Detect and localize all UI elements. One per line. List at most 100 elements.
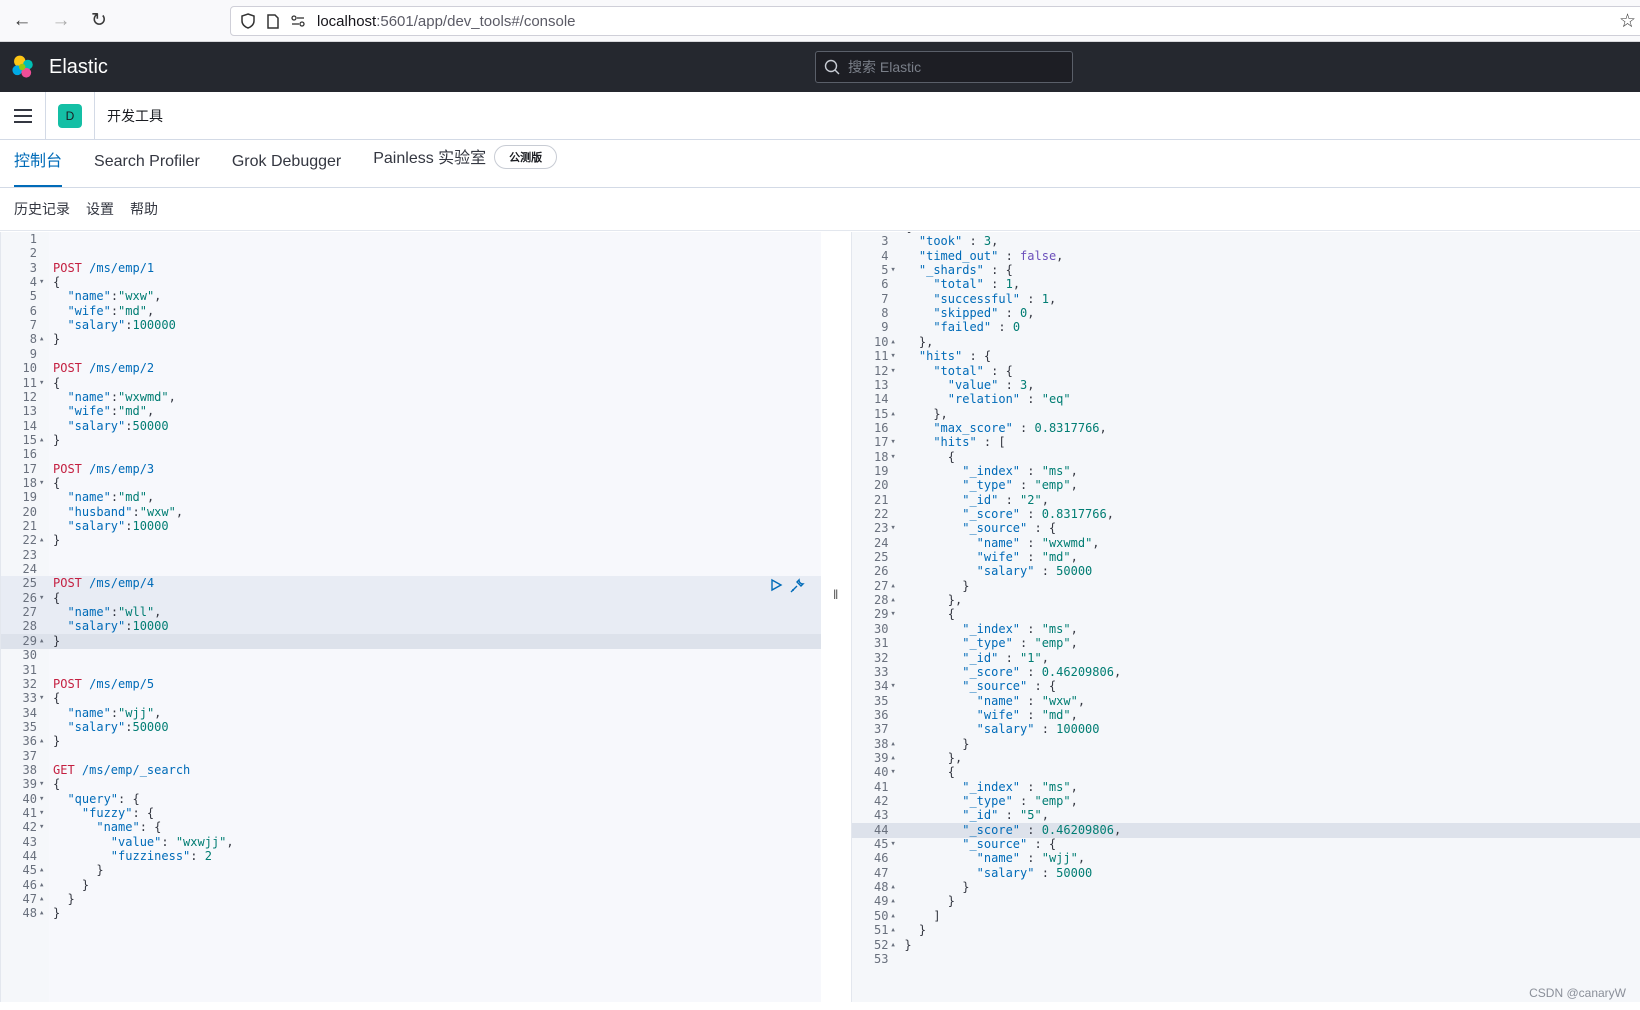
code-line[interactable]: 14 "relation" : "eq" bbox=[852, 392, 1640, 407]
code-line[interactable]: 47 ▴ } bbox=[1, 892, 821, 907]
code-line[interactable]: 32 "_id" : "1", bbox=[852, 651, 1640, 666]
settings-link[interactable]: 设置 bbox=[86, 199, 114, 219]
code-line[interactable]: 29 ▾ { bbox=[852, 607, 1640, 622]
code-line[interactable]: 37 "salary" : 100000 bbox=[852, 722, 1640, 737]
resize-handle-icon[interactable]: ‖ bbox=[833, 587, 838, 602]
fold-toggle-icon[interactable]: ▾ bbox=[39, 275, 49, 290]
fold-toggle-icon[interactable]: ▴ bbox=[890, 737, 900, 752]
fold-toggle-icon[interactable]: ▴ bbox=[890, 407, 900, 422]
code-line[interactable]: 53 bbox=[852, 952, 1640, 967]
code-line[interactable]: 33 ▾ { bbox=[1, 691, 821, 706]
response-editor[interactable]: 2{3 "took" : 3,4 "timed_out" : false,5▾ … bbox=[851, 232, 1640, 1002]
fold-toggle-icon[interactable]: ▾ bbox=[890, 435, 900, 450]
code-line[interactable]: 28 "salary":10000 bbox=[1, 619, 822, 635]
code-line[interactable]: 20 "husband":"wxw", bbox=[1, 505, 821, 520]
fold-toggle-icon[interactable]: ▾ bbox=[39, 806, 49, 821]
code-line[interactable]: 15 ▴} bbox=[1, 433, 821, 448]
wrench-icon[interactable] bbox=[789, 578, 806, 594]
code-line[interactable]: 28 ▴ }, bbox=[852, 593, 1640, 608]
code-line[interactable]: 48 ▴} bbox=[1, 906, 821, 921]
code-line[interactable]: 36 ▴} bbox=[1, 734, 821, 749]
fold-toggle-icon[interactable]: ▾ bbox=[39, 777, 49, 792]
fold-toggle-icon[interactable]: ▴ bbox=[39, 734, 49, 749]
hamburger-menu-icon[interactable] bbox=[0, 91, 46, 140]
code-line[interactable]: 44 "_score" : 0.46209806, bbox=[852, 822, 1640, 838]
code-line[interactable]: 11 ▾ "hits" : { bbox=[852, 349, 1640, 364]
code-line[interactable]: 45 ▾ "_source" : { bbox=[852, 837, 1640, 852]
code-line[interactable]: 18 ▾ { bbox=[1, 476, 821, 491]
code-line[interactable]: 24 "name" : "wxwmd", bbox=[852, 536, 1640, 551]
fold-toggle-icon[interactable]: ▴ bbox=[890, 751, 900, 766]
code-line[interactable]: 21 "_id" : "2", bbox=[852, 493, 1640, 508]
fold-toggle-icon[interactable]: ▾ bbox=[890, 263, 900, 278]
code-line[interactable]: 5 "name":"wxw", bbox=[1, 289, 821, 304]
fold-toggle-icon[interactable]: ▴ bbox=[890, 880, 900, 895]
fold-toggle-icon[interactable]: ▾ bbox=[890, 364, 900, 379]
code-line[interactable]: 40 ▾ { bbox=[852, 765, 1640, 780]
fold-toggle-icon[interactable]: ▴ bbox=[39, 332, 49, 347]
code-line[interactable]: 39 ▾ { bbox=[1, 777, 821, 792]
fold-toggle-icon[interactable]: ▾ bbox=[39, 792, 49, 807]
fold-toggle-icon[interactable]: ▴ bbox=[890, 894, 900, 909]
request-editor[interactable]: 1 2 3 POST /ms/emp/1 4 ▾{5 "name":"wxw", 6 "wi… bbox=[0, 232, 822, 1002]
play-icon[interactable] bbox=[769, 578, 783, 592]
brand-name[interactable]: Elastic bbox=[49, 56, 108, 79]
code-line[interactable]: 10 POST /ms/emp/2 bbox=[1, 361, 821, 376]
code-line[interactable]: 9 bbox=[1, 347, 821, 362]
code-line[interactable]: 22 ▴} bbox=[1, 533, 821, 548]
fold-toggle-icon[interactable]: ▴ bbox=[39, 533, 49, 548]
code-line[interactable]: 1 bbox=[1, 232, 821, 247]
fold-toggle-icon[interactable]: ▾ bbox=[890, 679, 900, 694]
code-line[interactable]: 23 ▾ "_source" : { bbox=[852, 521, 1640, 536]
code-line[interactable]: 3 "took" : 3, bbox=[852, 234, 1640, 249]
tab-console[interactable]: 控制台 bbox=[14, 147, 63, 187]
code-line[interactable]: 8 ▴} bbox=[1, 332, 821, 347]
tab-grok-debugger[interactable]: Grok Debugger bbox=[232, 153, 341, 187]
help-link[interactable]: 帮助 bbox=[130, 199, 158, 219]
code-line[interactable]: 22 "_score" : 0.8317766, bbox=[852, 507, 1640, 522]
code-line[interactable]: 36 "wife" : "md", bbox=[852, 708, 1640, 723]
tab-painless-lab[interactable]: Painless 实验室 公测版 bbox=[373, 144, 558, 187]
code-line[interactable]: 9 "failed" : 0 bbox=[852, 320, 1640, 335]
code-line[interactable]: 40 ▾ "query": { bbox=[1, 792, 821, 807]
fold-toggle-icon[interactable]: ▴ bbox=[890, 579, 900, 594]
permissions-icon[interactable] bbox=[291, 15, 305, 27]
code-line[interactable]: 23 bbox=[1, 548, 821, 563]
code-line[interactable]: 49 ▴ } bbox=[852, 894, 1640, 909]
bookmark-star-icon[interactable]: ☆ bbox=[1619, 10, 1636, 33]
code-line[interactable]: 31 bbox=[1, 663, 821, 678]
code-line[interactable]: 41 ▾ "fuzzy": { bbox=[1, 806, 821, 821]
fold-toggle-icon[interactable]: ▾ bbox=[890, 837, 900, 852]
code-line[interactable]: 51 ▴ } bbox=[852, 923, 1640, 938]
code-line[interactable]: 4 "timed_out" : false, bbox=[852, 249, 1640, 264]
forward-arrow-icon[interactable]: → bbox=[50, 10, 72, 32]
code-line[interactable]: 12 "name":"wxwmd", bbox=[1, 390, 821, 405]
code-line[interactable]: 27 "name":"wll", bbox=[1, 605, 822, 621]
code-line[interactable]: 31 "_type" : "emp", bbox=[852, 636, 1640, 651]
code-line[interactable]: 37 bbox=[1, 749, 821, 764]
code-line[interactable]: 3 POST /ms/emp/1 bbox=[1, 261, 821, 276]
code-line[interactable]: 47 "salary" : 50000 bbox=[852, 866, 1640, 881]
search-input[interactable] bbox=[848, 59, 1048, 75]
code-line[interactable]: 16 bbox=[1, 447, 821, 462]
fold-toggle-icon[interactable]: ▴ bbox=[39, 863, 49, 878]
tab-search-profiler[interactable]: Search Profiler bbox=[94, 153, 200, 187]
fold-toggle-icon[interactable]: ▾ bbox=[890, 765, 900, 780]
code-line[interactable]: 39 ▴ }, bbox=[852, 751, 1640, 766]
code-line[interactable]: 5 ▾ "_shards" : { bbox=[852, 263, 1640, 278]
code-line[interactable]: 15 ▴ }, bbox=[852, 407, 1640, 422]
code-line[interactable]: 43 "value": "wxwjj", bbox=[1, 835, 821, 850]
fold-toggle-icon[interactable]: ▴ bbox=[39, 878, 49, 893]
code-line[interactable]: 33 "_score" : 0.46209806, bbox=[852, 665, 1640, 680]
code-line[interactable]: 44 "fuzziness": 2 bbox=[1, 849, 821, 864]
fold-toggle-icon[interactable]: ▴ bbox=[890, 593, 900, 608]
code-line[interactable]: 41 "_index" : "ms", bbox=[852, 780, 1640, 795]
code-line[interactable]: 6 "wife":"md", bbox=[1, 304, 821, 319]
code-line[interactable]: 7 "successful" : 1, bbox=[852, 292, 1640, 307]
fold-toggle-icon[interactable]: ▴ bbox=[890, 335, 900, 350]
code-line[interactable]: 50 ▴ ] bbox=[852, 909, 1640, 924]
code-line[interactable]: 24 bbox=[1, 562, 821, 577]
code-line[interactable]: 26 ▾ { bbox=[1, 590, 822, 606]
elastic-logo-icon[interactable] bbox=[10, 54, 36, 80]
space-avatar[interactable]: D bbox=[58, 103, 82, 128]
